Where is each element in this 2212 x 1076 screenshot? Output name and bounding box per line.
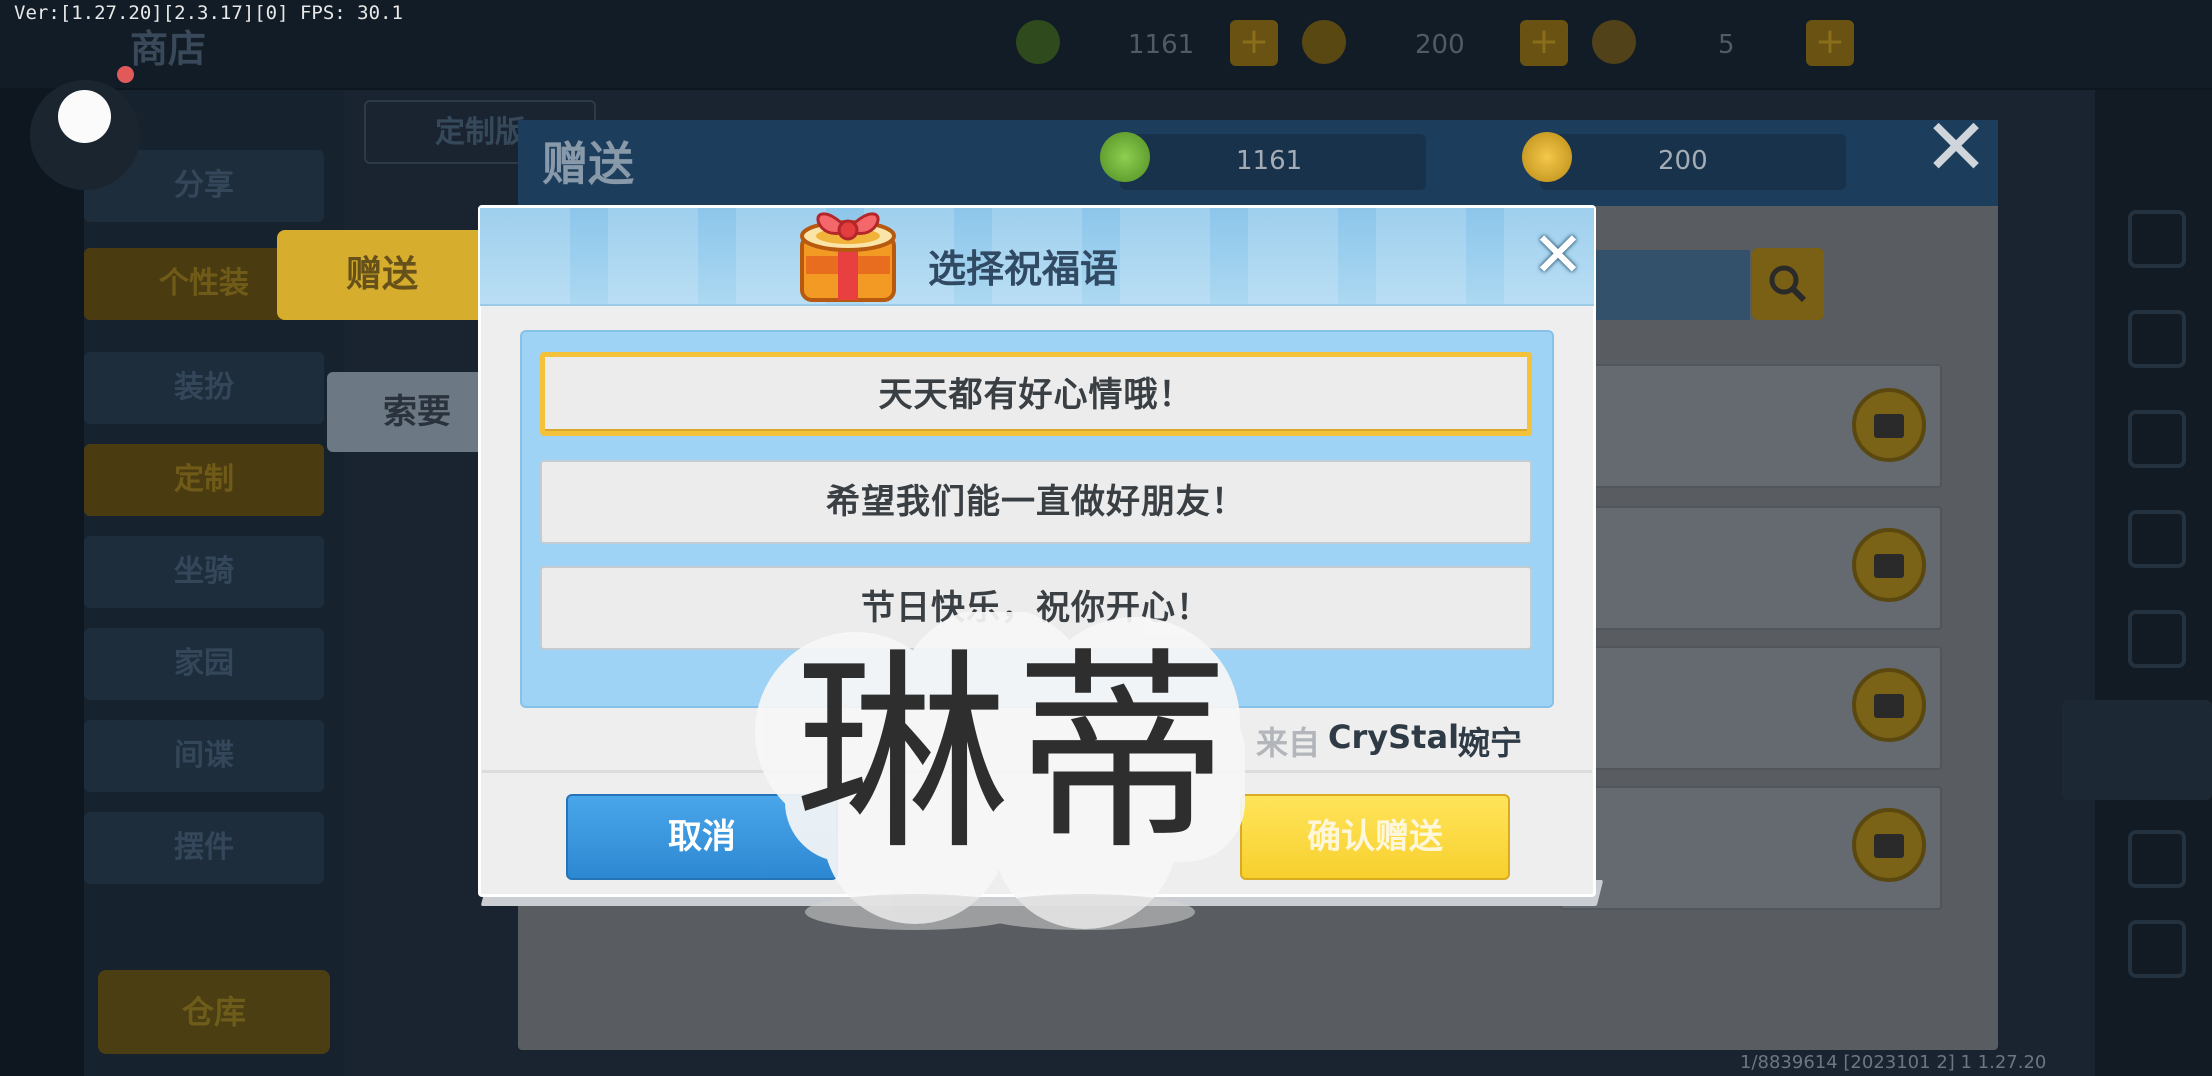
calendar-icon[interactable]	[2128, 610, 2186, 668]
sender-name: CryStal	[1328, 718, 1460, 756]
add-star-button[interactable]: +	[1806, 20, 1854, 66]
sender-nickname: 婉宁	[1458, 724, 1523, 762]
record-dot-icon[interactable]	[58, 90, 111, 143]
star-count: 5	[1718, 30, 1735, 60]
version-fps-text: Ver:[1.27.20][2.3.17][0] FPS: 30.1	[14, 2, 403, 24]
coin-count: 1161	[1236, 146, 1303, 176]
history-icon[interactable]	[2128, 310, 2186, 368]
menu-item-home[interactable]: 家园	[84, 628, 324, 700]
menu-item-spy[interactable]: 间谍	[84, 720, 324, 792]
search-icon	[1769, 265, 1807, 303]
send-gift-icon[interactable]	[1852, 388, 1926, 462]
gift-box-icon	[800, 212, 896, 302]
outfit-icon[interactable]	[2128, 410, 2186, 468]
settings-icon[interactable]	[2128, 920, 2186, 978]
menu-item-mount[interactable]: 坐骑	[84, 536, 324, 608]
search-input[interactable]	[1580, 250, 1750, 320]
blessing-option[interactable]: 天天都有好心情哦！	[540, 352, 1532, 436]
mini-coin-icon	[1100, 132, 1150, 182]
shop-title: 商店	[130, 27, 207, 71]
bottom-info: 1/8839614 [2023101 2] 1 1.27.20	[1740, 1052, 2047, 1073]
shirt-icon[interactable]	[2128, 830, 2186, 888]
recording-indicator-icon	[117, 66, 134, 83]
send-gift-icon[interactable]	[1852, 528, 1926, 602]
dialog-title: 选择祝福语	[928, 247, 1119, 291]
grid-icon[interactable]	[2128, 210, 2186, 268]
menu-item-dressup[interactable]: 装扮	[84, 352, 324, 424]
warehouse-button[interactable]: 仓库	[98, 970, 330, 1054]
mini-coin-icon	[1016, 20, 1060, 64]
watermark-text: 琳蒂	[795, 630, 1235, 879]
blessing-option[interactable]: 希望我们能一直做好朋友！	[540, 460, 1532, 544]
mask-button[interactable]	[2062, 700, 2212, 800]
add-bean-button[interactable]: +	[1520, 20, 1568, 66]
menu-item-decor[interactable]: 摆件	[84, 812, 324, 884]
close-icon[interactable]: ✕	[1920, 109, 1992, 187]
mini-bean-icon	[1302, 20, 1346, 64]
gift-panel-title: 赠送	[542, 137, 634, 191]
menu-item-custom[interactable]: 定制	[84, 444, 324, 516]
bean-count: 200	[1415, 30, 1465, 60]
mini-bean-icon	[1522, 132, 1572, 182]
shop-icon[interactable]	[2128, 510, 2186, 568]
coin-count: 1161	[1128, 30, 1195, 60]
search-button[interactable]	[1752, 248, 1824, 320]
tab-gift[interactable]: 赠送	[277, 230, 487, 320]
add-coin-button[interactable]: +	[1230, 20, 1278, 66]
close-icon[interactable]: ✕	[1530, 224, 1586, 286]
send-gift-icon[interactable]	[1852, 808, 1926, 882]
bean-count: 200	[1658, 146, 1708, 176]
star-icon	[1592, 20, 1636, 64]
send-gift-icon[interactable]	[1852, 668, 1926, 742]
